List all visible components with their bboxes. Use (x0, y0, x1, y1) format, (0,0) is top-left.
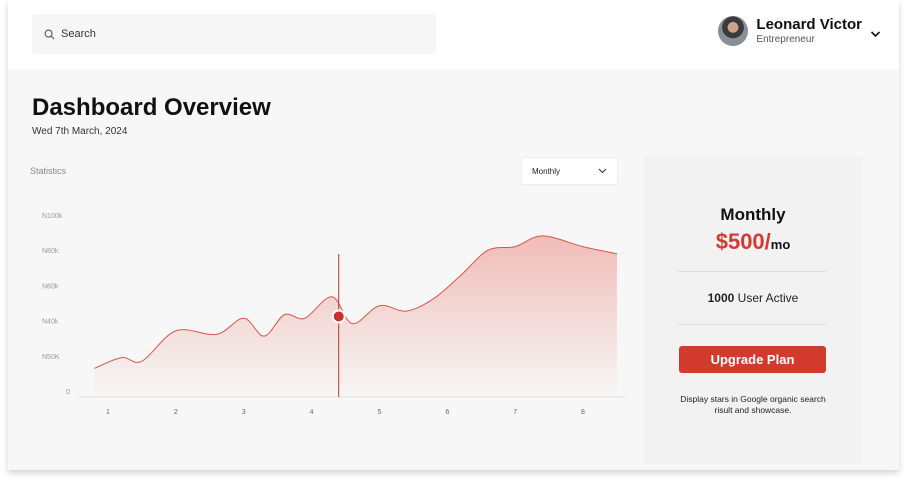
series-area (94, 235, 617, 397)
chevron-down-icon[interactable] (870, 30, 881, 38)
x-tick-label: 4 (310, 409, 314, 416)
search-icon (44, 29, 55, 39)
x-tick-label: 8 (581, 409, 585, 416)
page-date: Wed 7th March, 2024 (32, 126, 128, 137)
divider (678, 271, 826, 272)
statistics-chart: 0 N50K N40k N60k N80k N100k 1 2 3 4 5 6 7 8 (42, 213, 626, 416)
search-input[interactable]: Search (32, 14, 436, 54)
user-role: Entrepreneur (756, 34, 815, 45)
plan-price-unit: mo (770, 237, 791, 252)
user-name: Leonard Victor (756, 16, 862, 33)
period-select-value: Monthly (532, 166, 561, 176)
user-menu[interactable]: Leonard Victor Entrepreneur (718, 16, 881, 46)
plan-card: Monthly $500/mo 1000 User Active Upgrade… (644, 157, 862, 464)
top-bar: Search Leonard Victor Entrepreneur (8, 0, 899, 70)
x-tick-label: 2 (174, 409, 178, 416)
divider (678, 324, 826, 325)
upgrade-plan-button[interactable]: Upgrade Plan (679, 346, 826, 373)
y-tick-label: N80k (42, 248, 59, 255)
highlight-point (333, 311, 344, 322)
x-tick-label: 1 (106, 409, 110, 416)
y-tick-label: N40k (42, 319, 59, 326)
active-users-count: 1000 (707, 291, 735, 305)
user-info: Leonard Victor Entrepreneur (756, 16, 862, 46)
plan-price: $500/mo (644, 229, 862, 255)
y-tick-label: N60k (42, 283, 59, 290)
x-tick-label: 7 (513, 409, 517, 416)
dashboard-window: Search Leonard Victor Entrepreneur Dashb… (8, 0, 899, 470)
x-tick-label: 3 (242, 409, 246, 416)
y-tick-label: N100k (42, 213, 63, 220)
y-tick-label: N50K (42, 354, 60, 361)
x-tick-label: 5 (377, 409, 381, 416)
page-title: Dashboard Overview (32, 94, 271, 121)
plan-name: Monthly (720, 205, 786, 224)
plan-price-amount: $500/ (715, 229, 771, 254)
y-tick-label: 0 (66, 389, 70, 396)
chevron-down-icon (598, 168, 607, 174)
plan-description: Display stars in Google organic search r… (680, 394, 826, 415)
active-users: 1000 User Active (644, 291, 862, 305)
search-placeholder: Search (61, 28, 96, 40)
statistics-label: Statistics (30, 166, 67, 176)
x-tick-label: 6 (445, 409, 449, 416)
avatar (718, 16, 749, 46)
active-users-label: User Active (734, 291, 799, 305)
period-select[interactable]: Monthly (521, 157, 618, 185)
